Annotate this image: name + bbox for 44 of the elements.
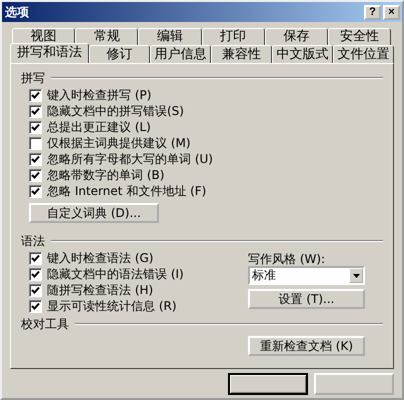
checkbox-label: 显示可读性统计信息 (R)	[47, 298, 177, 314]
recheck-document-button[interactable]: 重新检查文档 (K)	[248, 336, 365, 356]
checkbox-label: 忽略带数字的单词 (B)	[47, 166, 164, 184]
checkbox[interactable]	[29, 104, 42, 118]
checkbox[interactable]	[29, 168, 42, 182]
checkbox[interactable]	[29, 252, 42, 264]
window-title: 选项	[5, 4, 29, 20]
help-button[interactable]: ?	[364, 4, 381, 20]
checkbox[interactable]	[29, 184, 42, 198]
checkbox[interactable]	[29, 284, 42, 296]
tab[interactable]: 编辑	[138, 28, 202, 45]
checkbox-label: 忽略 Internet 和文件地址 (F)	[47, 182, 206, 200]
tab[interactable]: 用户信息	[150, 45, 211, 63]
checkbox-label: 隐藏文档中的拼写错误(S)	[47, 102, 184, 120]
tab[interactable]: 中文版式	[272, 45, 333, 63]
writing-style-dropdown[interactable]: 标准	[248, 266, 365, 285]
checkbox-label: 随拼写检查语法 (H)	[47, 282, 154, 298]
checkbox[interactable]	[29, 136, 42, 150]
checkbox[interactable]	[29, 88, 42, 102]
checkbox[interactable]	[29, 120, 42, 134]
checkbox[interactable]	[29, 152, 42, 166]
tab[interactable]: 安全性	[328, 28, 392, 45]
checkbox[interactable]	[29, 300, 42, 312]
tab[interactable]: 拼写和语法	[10, 43, 89, 63]
tab[interactable]: 文件位置	[332, 45, 394, 63]
tab[interactable]: 打印	[202, 28, 265, 45]
tab[interactable]: 保存	[264, 28, 328, 45]
writing-style-label: 写作风格 (W):	[248, 251, 326, 266]
tab[interactable]: 修订	[88, 45, 150, 63]
checkbox[interactable]	[29, 268, 42, 280]
checkbox-label: 仅根据主词典提供建议 (M)	[47, 134, 191, 152]
close-button[interactable]: ×	[383, 4, 400, 20]
tab[interactable]: 兼容性	[210, 45, 272, 63]
checkbox-label: 键入时检查拼写 (P)	[47, 86, 152, 104]
checkbox-label: 隐藏文档中的语法错误 (I)	[47, 266, 184, 282]
group-label: 拼写	[21, 70, 45, 86]
custom-dictionary-button[interactable]: 自定义词典 (D)...	[29, 203, 159, 223]
checkbox-label: 总提出更正建议 (L)	[47, 118, 151, 136]
checkbox-label: 键入时检查语法 (G)	[47, 250, 154, 266]
settings-button[interactable]: 设置 (T)...	[248, 289, 365, 309]
group-label: 语法	[21, 232, 45, 250]
group-label: 校对工具	[21, 316, 69, 332]
checkbox-label: 忽略所有字母都大写的单词 (U)	[47, 150, 213, 168]
dialog-button[interactable]	[228, 373, 308, 395]
